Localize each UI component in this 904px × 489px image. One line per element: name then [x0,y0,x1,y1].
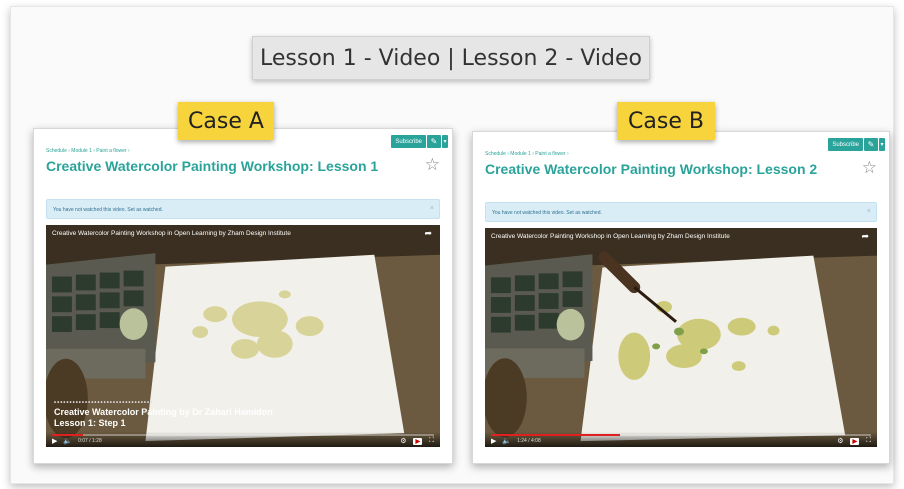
overlay-line1: Creative Watercolor Painting by Dr Zahar… [54,407,273,417]
share-icon[interactable]: ➦ [861,231,869,242]
case-b-label: Case B [617,102,715,140]
breadcrumb[interactable]: Schedule › Module 1 › Paint a flower › [485,151,569,157]
video-player[interactable]: Creative Watercolor Painting Workshop in… [485,228,877,447]
progress-bar[interactable] [491,434,871,436]
youtube-logo[interactable]: ▶ [413,437,423,445]
close-icon[interactable]: × [430,205,434,212]
video-overlay-caption: •••••••••••••••••••••••••••••••• Creativ… [54,400,273,429]
slide-title: Lesson 1 - Video | Lesson 2 - Video [252,36,650,80]
video-player[interactable]: Creative Watercolor Painting Workshop in… [46,225,440,447]
case-a-label: Case A [178,102,274,140]
video-controls: ▶ 🔈 1:24 / 4:08 ⚙ ▶ ⛶ [485,432,877,447]
overlay-line2: Lesson 1: Step 1 [54,418,126,428]
video-controls: ▶ 🔈 0:07 / 1:28 ⚙ ▶ ⛶ [46,432,440,447]
star-icon[interactable]: ☆ [425,155,440,175]
video-frame-image [485,228,877,447]
youtube-logo[interactable]: ▶ [850,437,860,445]
play-icon[interactable]: ▶ [491,437,496,445]
close-icon[interactable]: × [867,208,871,215]
star-icon[interactable]: ☆ [862,158,877,178]
chevron-down-icon[interactable]: ▾ [879,138,885,151]
toolbar: Subscribe ✎ ▾ [828,138,885,151]
notice-text[interactable]: You have not watched this video. Set as … [53,207,163,213]
fullscreen-icon[interactable]: ⛶ [429,437,434,445]
share-icon[interactable]: ➦ [424,228,432,239]
pencil-icon[interactable]: ✎ [864,138,878,151]
volume-icon[interactable]: 🔈 [502,437,511,445]
chevron-down-icon[interactable]: ▾ [442,135,448,148]
progress-fill [52,434,83,436]
page-title: Creative Watercolor Painting Workshop: L… [46,158,379,174]
gear-icon[interactable]: ⚙ [837,437,843,445]
volume-icon[interactable]: 🔈 [63,437,72,445]
breadcrumb[interactable]: Schedule › Module 1 › Paint a flower › [46,148,130,154]
time-display: 1:24 / 4:08 [517,438,541,444]
decorative-dots: •••••••••••••••••••••••••••••••• [54,400,154,406]
play-icon[interactable]: ▶ [52,437,57,445]
video-title[interactable]: Creative Watercolor Painting Workshop in… [491,233,730,240]
subscribe-button[interactable]: Subscribe [828,138,863,151]
toolbar: Subscribe ✎ ▾ [391,135,448,148]
fullscreen-icon[interactable]: ⛶ [866,437,871,445]
progress-bar[interactable] [52,434,434,436]
progress-fill [491,434,621,436]
watched-notice: You have not watched this video. Set as … [46,199,440,219]
case-a-screenshot: Subscribe ✎ ▾ Schedule › Module 1 › Pain… [33,128,453,464]
pencil-icon[interactable]: ✎ [427,135,441,148]
watched-notice: You have not watched this video. Set as … [485,202,877,222]
case-b-screenshot: Subscribe ✎ ▾ Schedule › Module 1 › Pain… [472,131,890,464]
subscribe-button[interactable]: Subscribe [391,135,426,148]
notice-text[interactable]: You have not watched this video. Set as … [492,210,602,216]
gear-icon[interactable]: ⚙ [400,437,406,445]
time-display: 0:07 / 1:28 [78,438,102,444]
video-title[interactable]: Creative Watercolor Painting Workshop in… [52,230,291,237]
page-title: Creative Watercolor Painting Workshop: L… [485,161,818,177]
